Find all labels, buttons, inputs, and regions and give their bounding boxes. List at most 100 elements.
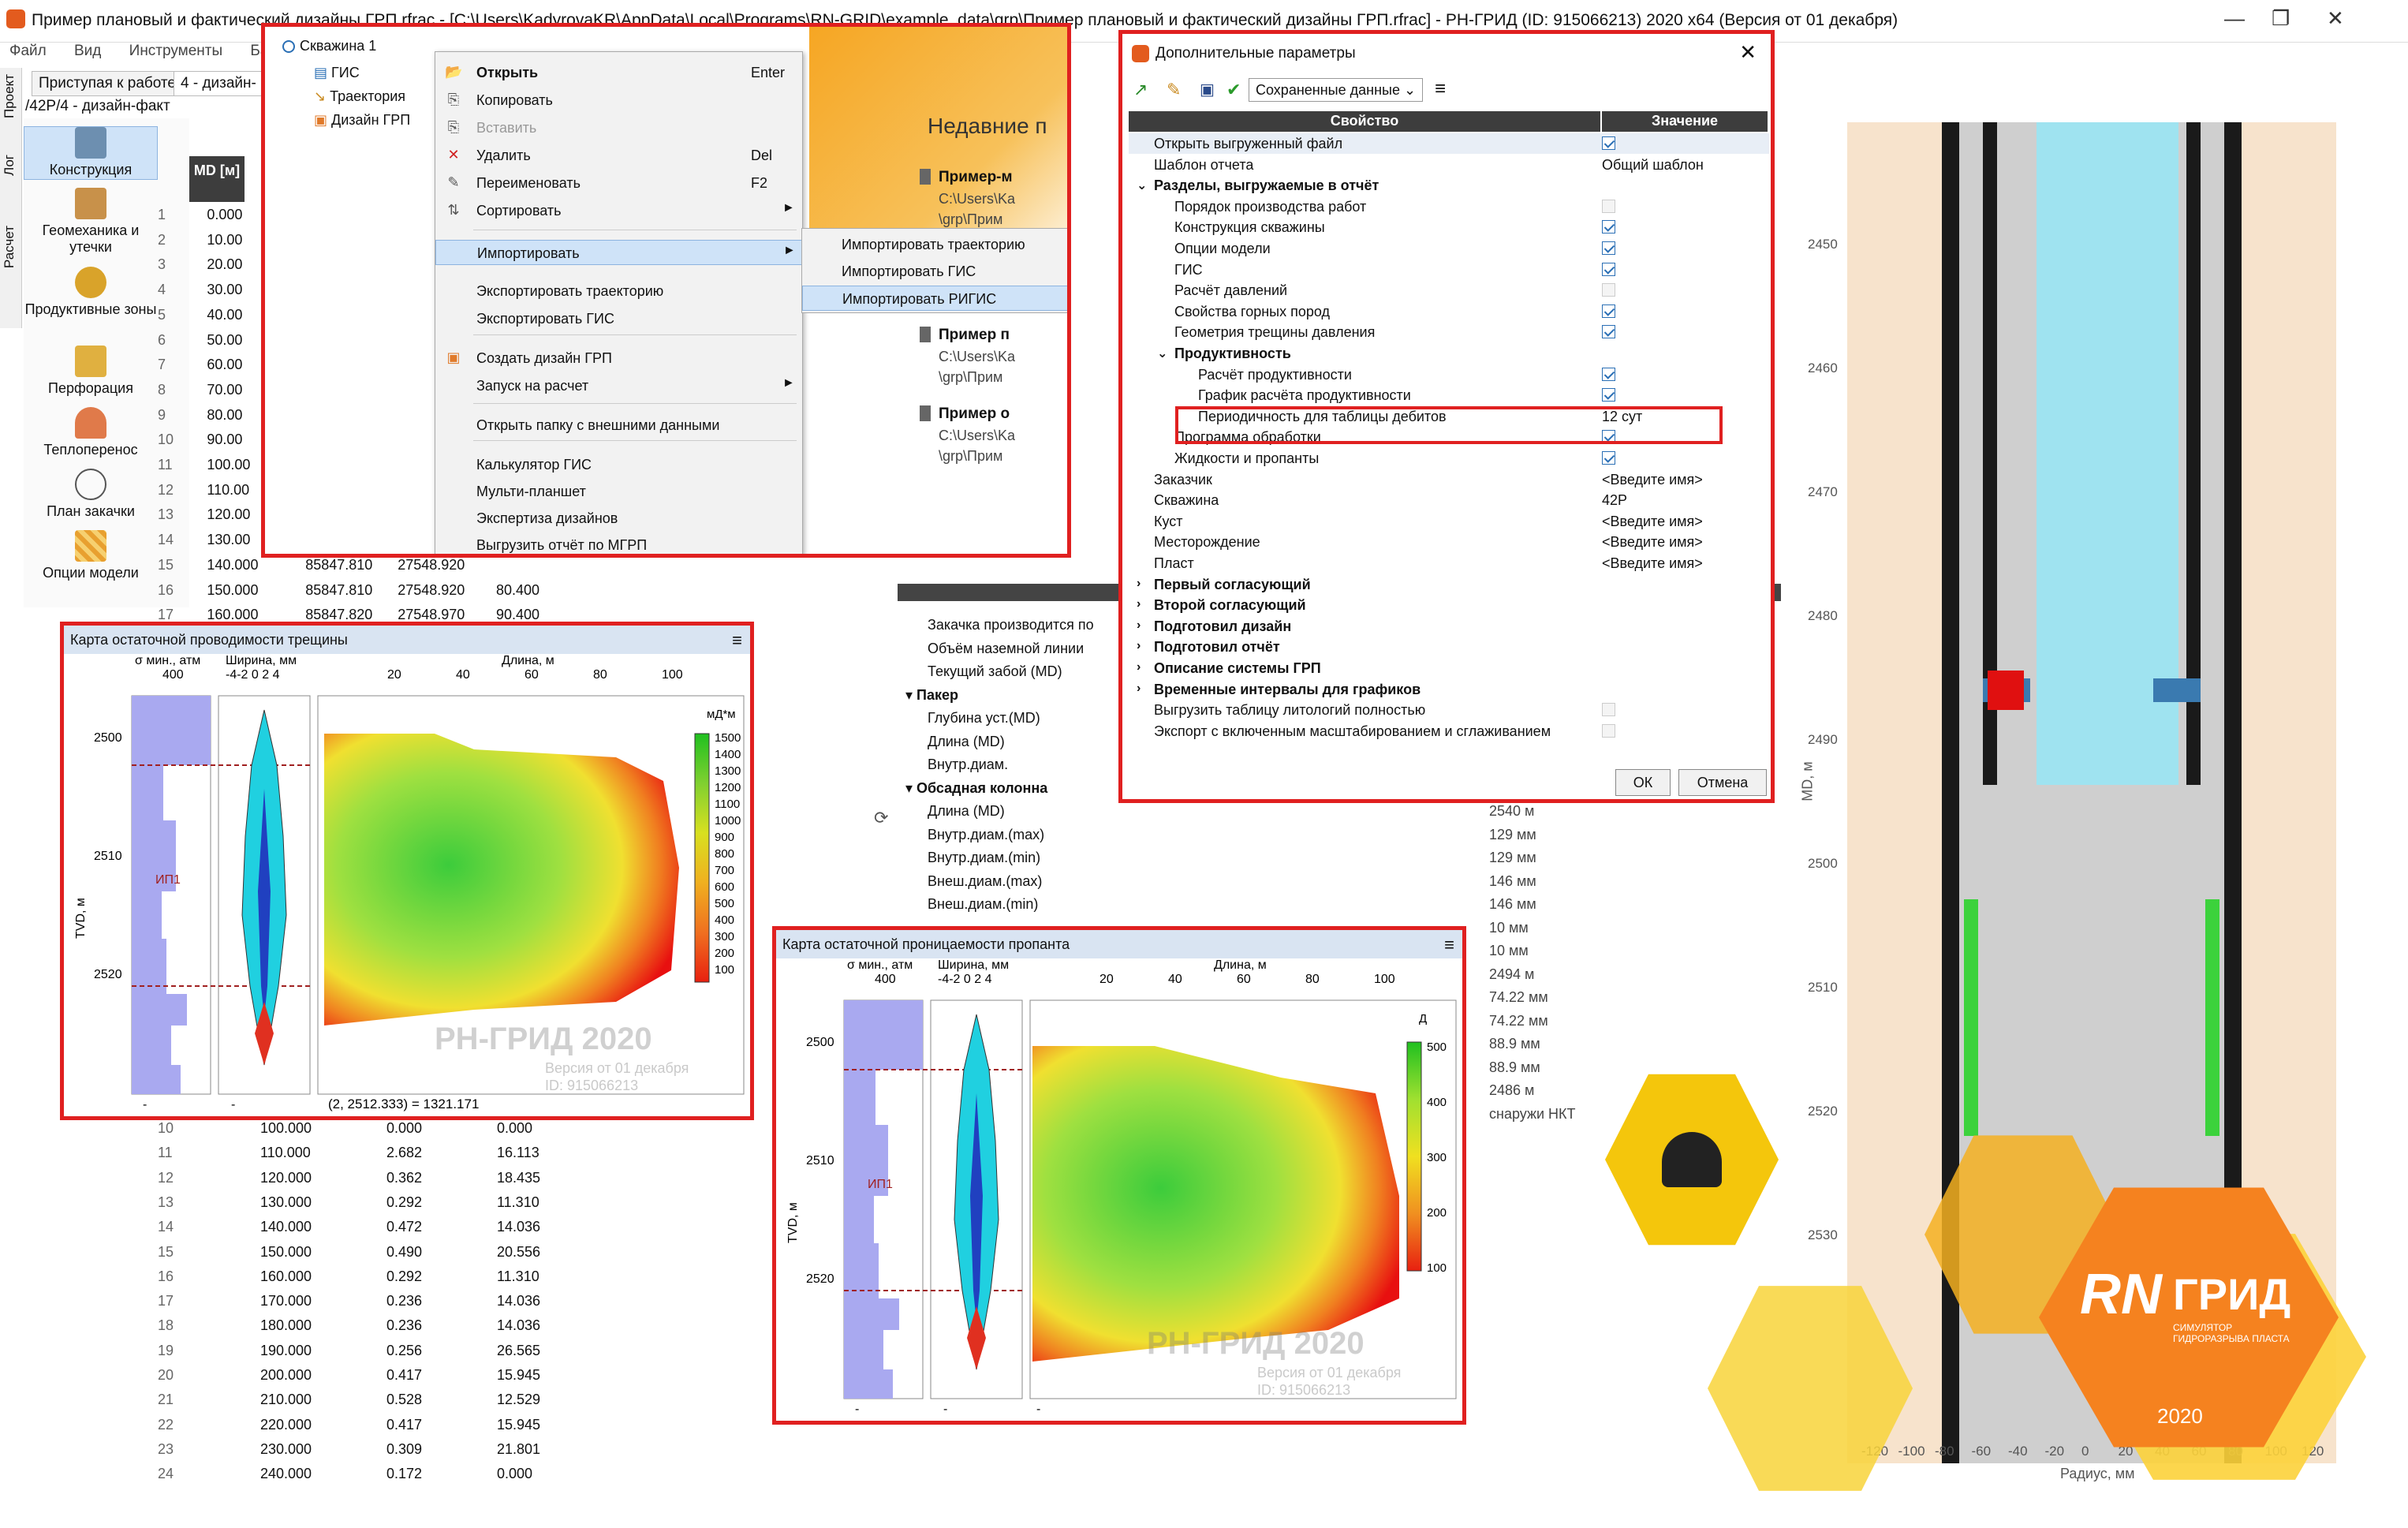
menu-item-2[interactable]: ⎘ Вставить [435,115,802,140]
edit-icon[interactable]: ✎ [1167,80,1181,100]
nav-heat-transfer[interactable]: Теплоперенос [24,407,158,462]
tree-node-design[interactable]: ▣ Дизайн ГРП [314,112,410,129]
property-row[interactable]: Порядок производства работ [1129,196,1769,217]
restore-button[interactable]: ❐ [2272,6,2290,31]
menu-item-8[interactable]: Экспортировать ГИС [435,306,802,331]
menu-item-7[interactable]: Экспортировать траекторию [435,278,802,304]
property-checkbox[interactable] [1602,304,1615,318]
property-checkbox[interactable] [1602,283,1615,297]
ok-button[interactable]: ОК [1615,769,1671,796]
menu-tools[interactable]: Инструменты [129,43,222,59]
menu-item-11[interactable]: Открыть папку с внешними данными [435,413,802,438]
property-row[interactable]: › Подготовил дизайн [1129,616,1769,637]
check-icon[interactable]: ✔ [1226,80,1241,100]
property-row[interactable]: ⌄ Разделы, выгружаемые в отчёт [1129,175,1769,196]
property-checkbox[interactable] [1602,262,1615,276]
property-checkbox[interactable] [1602,388,1615,402]
property-value[interactable]: <Введите имя> [1602,472,1703,488]
recent-name[interactable]: Пример о [939,405,1010,423]
property-row[interactable]: Скважина 42P [1129,490,1769,510]
property-row[interactable]: Геометрия трещины давления [1129,322,1769,342]
pin-icon[interactable] [920,405,931,421]
submenu-item-2[interactable]: Импортировать РИГИС [802,286,1067,311]
property-row[interactable]: Месторождение <Введите имя> [1129,532,1769,552]
property-row[interactable]: Жидкости и пропанты [1129,448,1769,469]
property-checkbox[interactable] [1602,199,1615,213]
property-row[interactable]: Опции модели [1129,238,1769,259]
property-row[interactable]: Расчёт продуктивности [1129,364,1769,385]
tab-design[interactable]: 4 - дизайн- [174,71,263,96]
menu-item-3[interactable]: ✕ Удалить Del [435,143,802,168]
expand-chevron-icon[interactable]: › [1137,682,1141,696]
cancel-button[interactable]: Отмена [1678,769,1767,796]
vtab-log[interactable]: Лог [2,155,17,176]
property-checkbox[interactable] [1602,241,1615,255]
nav-pump-plan[interactable]: План закачки [24,469,158,524]
recent-name[interactable]: Пример-м [939,169,1013,186]
minimize-button[interactable]: — [2224,6,2245,31]
property-row[interactable]: Пласт <Введите имя> [1129,553,1769,573]
property-value[interactable]: <Введите имя> [1602,555,1703,572]
property-row[interactable]: График расчёта продуктивности [1129,385,1769,405]
property-value[interactable]: Общий шаблон [1602,157,1704,174]
property-row[interactable]: Свойства горных пород [1129,301,1769,322]
vtab-project[interactable]: Проект [2,74,17,118]
nav-productive-zones[interactable]: Продуктивные зоны [24,267,158,338]
property-row[interactable]: Шаблон отчета Общий шаблон [1129,155,1769,175]
property-checkbox[interactable] [1602,451,1615,465]
menu-item-9[interactable]: ▣ Создать дизайн ГРП [435,346,802,371]
expand-chevron-icon[interactable]: › [1137,597,1141,611]
expand-chevron-icon[interactable]: ⌄ [1137,177,1147,193]
tab-getting-started[interactable]: Приступая к работе [32,71,183,96]
nav-perforation[interactable]: Перфорация [24,346,158,401]
menu-item-12[interactable]: Калькулятор ГИС [435,452,802,477]
property-row[interactable]: Расчёт давлений [1129,280,1769,301]
recent-name[interactable]: Пример п [939,327,1010,344]
tree-node-gis[interactable]: ▤ ГИС [314,65,360,81]
menu-item-5[interactable]: ⇅ Сортировать ► [435,198,802,223]
menu-item-15[interactable]: Выгрузить отчёт по МГРП [435,532,802,554]
expand-chevron-icon[interactable]: › [1137,639,1141,653]
menu-item-4[interactable]: ✎ Переименовать F2 [435,170,802,196]
expand-chevron-icon[interactable]: › [1137,660,1141,674]
property-row[interactable]: › Первый согласующий [1129,574,1769,595]
save-icon[interactable]: ▣ [1200,80,1215,99]
property-checkbox[interactable] [1602,220,1615,234]
export-icon[interactable]: ↗ [1133,80,1148,100]
property-row[interactable]: ГИС [1129,260,1769,280]
menu-item-10[interactable]: Запуск на расчет ► [435,373,802,398]
property-row[interactable]: ⌄ Продуктивность [1129,343,1769,364]
property-checkbox[interactable] [1602,367,1615,381]
expand-chevron-icon[interactable]: › [1137,577,1141,591]
expand-chevron-icon[interactable]: ⌄ [1157,346,1167,361]
menu-icon[interactable]: ≡ [1435,78,1446,100]
menu-item-13[interactable]: Мульти-планшет [435,479,802,504]
close-button[interactable]: ✕ [2327,6,2344,31]
property-row[interactable]: Конструкция скважины [1129,217,1769,237]
property-row[interactable]: › Второй согласующий [1129,595,1769,615]
property-row[interactable]: Куст <Введите имя> [1129,511,1769,532]
property-row[interactable]: Заказчик <Введите имя> [1129,469,1769,490]
property-value[interactable]: <Введите имя> [1602,514,1703,530]
tree-node-trajectory[interactable]: ↘ Траектория [314,88,405,105]
menu-item-6[interactable]: Импортировать ► [435,240,802,265]
property-checkbox[interactable] [1602,136,1615,150]
nav-geomechanics[interactable]: Геомеханика и утечки [24,188,158,259]
menu-view[interactable]: Вид [74,43,101,59]
submenu-item-1[interactable]: Импортировать ГИС [802,259,1067,284]
refresh-icon[interactable]: ⟳ [874,808,894,828]
dialog-close-button[interactable]: ✕ [1739,40,1757,65]
tree-root[interactable]: Скважина 1 [282,38,376,54]
nav-construction[interactable]: Конструкция [24,126,158,180]
saved-data-select[interactable]: Сохраненные данные ⌄ [1249,78,1424,102]
chart2-menu-icon[interactable]: ≡ [1444,935,1454,955]
submenu-item-0[interactable]: Импортировать траекторию [802,232,1067,257]
property-checkbox[interactable] [1602,723,1615,738]
property-row[interactable]: Открыть выгруженный файл [1129,133,1769,154]
property-row[interactable]: › Подготовил отчёт [1129,637,1769,657]
menu-item-0[interactable]: 📂 Открыть Enter [435,60,802,85]
menu-item-14[interactable]: Экспертиза дизайнов [435,506,802,531]
property-row[interactable]: › Временные интервалы для графиков [1129,679,1769,700]
property-value[interactable]: 42P [1602,492,1627,509]
menu-file[interactable]: Файл [9,43,47,59]
